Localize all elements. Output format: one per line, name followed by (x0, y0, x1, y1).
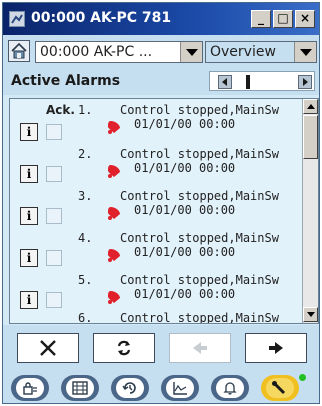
wrench-icon (272, 381, 286, 395)
grid-icon (72, 381, 88, 395)
alarm-number: 1. (78, 103, 93, 117)
status-indicator (299, 374, 306, 381)
chevron-left-icon (222, 78, 227, 86)
alarm-number: 5. (78, 273, 93, 287)
alarm-number: 3. (78, 189, 93, 203)
device-select-dropdown-icon[interactable] (180, 42, 202, 62)
alarm-message: Control stopped,MainSw (120, 231, 279, 245)
title-bar[interactable]: 00:000 AK-PC 781 _ □ × (3, 3, 319, 35)
alarm-message: Control stopped,MainSw (120, 273, 279, 287)
view-select-dropdown-icon[interactable] (294, 42, 316, 62)
alarm-date: 01/01/00 00:00 (134, 161, 236, 175)
scroll-thumb[interactable] (303, 115, 318, 159)
arrow-up-icon (306, 104, 315, 109)
ack-checkbox[interactable] (46, 124, 62, 140)
action-bar (3, 325, 319, 369)
list-item[interactable]: 6. Control stopped,MainSw (10, 311, 302, 324)
list-item[interactable]: i 2. Control stopped,MainSw 01/01/00 00:… (10, 147, 302, 191)
ack-checkbox[interactable] (46, 292, 62, 308)
list-item[interactable]: i 3. Control stopped,MainSw 01/01/00 00:… (10, 189, 302, 233)
cancel-button[interactable] (17, 333, 79, 363)
nav-tab-history[interactable] (111, 375, 149, 401)
alarm-date: 01/01/00 00:00 (134, 245, 236, 259)
info-button[interactable]: i (20, 123, 38, 141)
view-select-value: Overview (210, 44, 276, 60)
page-title: Active Alarms (11, 73, 121, 89)
info-button[interactable]: i (20, 291, 38, 309)
alarm-bell-icon (108, 249, 120, 262)
alarm-message: Control stopped,MainSw (120, 103, 279, 117)
graph-icon (173, 382, 187, 395)
home-button[interactable] (8, 40, 30, 62)
page-prev-button[interactable] (218, 75, 232, 89)
home-icon (11, 42, 27, 59)
pager (209, 71, 315, 91)
alarms-header: Active Alarms (3, 69, 319, 95)
arrow-right-icon (269, 342, 283, 354)
alarm-date: 01/01/00 00:00 (134, 203, 236, 217)
x-icon (40, 340, 56, 356)
alarm-number: 6. (78, 311, 93, 324)
page-indicator (246, 75, 250, 89)
refresh-button[interactable] (93, 333, 155, 363)
scroll-down-button[interactable] (303, 307, 318, 322)
alarm-message: Control stopped,MainSw (120, 311, 279, 324)
info-button[interactable]: i (20, 165, 38, 183)
info-button[interactable]: i (20, 207, 38, 225)
arrow-down-icon (306, 312, 315, 317)
alarm-bell-icon (108, 291, 120, 304)
app-icon (9, 11, 25, 27)
window-title: 00:000 AK-PC 781 (31, 10, 172, 26)
page-next-button[interactable] (298, 75, 312, 89)
alarm-bell-icon (108, 165, 120, 178)
list-item[interactable]: i 4. Control stopped,MainSw 01/01/00 00:… (10, 231, 302, 275)
alarm-date: 01/01/00 00:00 (134, 287, 236, 301)
maximize-button[interactable]: □ (273, 10, 293, 28)
alarm-date: 01/01/00 00:00 (134, 117, 236, 131)
minimize-button[interactable]: _ (251, 10, 271, 28)
alarm-list[interactable]: Ack. i 1. Control stopped,MainSw 01/01/0… (9, 98, 319, 324)
alarm-message: Control stopped,MainSw (120, 189, 279, 203)
ack-checkbox[interactable] (46, 208, 62, 224)
nav-tab-graph[interactable] (161, 375, 199, 401)
list-item[interactable]: i 1. Control stopped,MainSw 01/01/00 00:… (10, 103, 302, 147)
vertical-scrollbar[interactable] (302, 99, 318, 323)
info-button[interactable]: i (20, 249, 38, 267)
device-select-value: 00:000 AK-PC ... (40, 44, 153, 60)
alarm-bell-icon (108, 121, 120, 134)
device-select[interactable]: 00:000 AK-PC ... (35, 41, 203, 63)
nav-tab-alarms[interactable] (211, 375, 249, 401)
lock-icon (23, 382, 37, 395)
previous-button[interactable] (169, 333, 231, 363)
ack-checkbox[interactable] (46, 250, 62, 266)
alarm-number: 2. (78, 147, 93, 161)
alarm-bell-icon (108, 207, 120, 220)
ack-checkbox[interactable] (46, 166, 62, 182)
refresh-icon (117, 340, 131, 356)
app-window: 00:000 AK-PC 781 _ □ × 00:000 AK-PC ... … (2, 2, 320, 404)
bell-icon (223, 382, 237, 395)
bottom-nav (3, 369, 319, 403)
history-icon (122, 382, 136, 394)
nav-tab-service[interactable] (261, 375, 299, 401)
nav-tab-grid[interactable] (61, 375, 99, 401)
alarm-message: Control stopped,MainSw (120, 147, 279, 161)
chevron-right-icon (303, 78, 308, 86)
next-button[interactable] (245, 333, 307, 363)
view-select[interactable]: Overview (205, 41, 317, 63)
close-button[interactable]: × (295, 10, 315, 28)
scroll-up-button[interactable] (303, 99, 318, 114)
nav-tab-lock[interactable] (11, 375, 49, 401)
arrow-left-icon (193, 342, 207, 354)
alarm-number: 4. (78, 231, 93, 245)
toolbar: 00:000 AK-PC ... Overview (3, 35, 319, 69)
